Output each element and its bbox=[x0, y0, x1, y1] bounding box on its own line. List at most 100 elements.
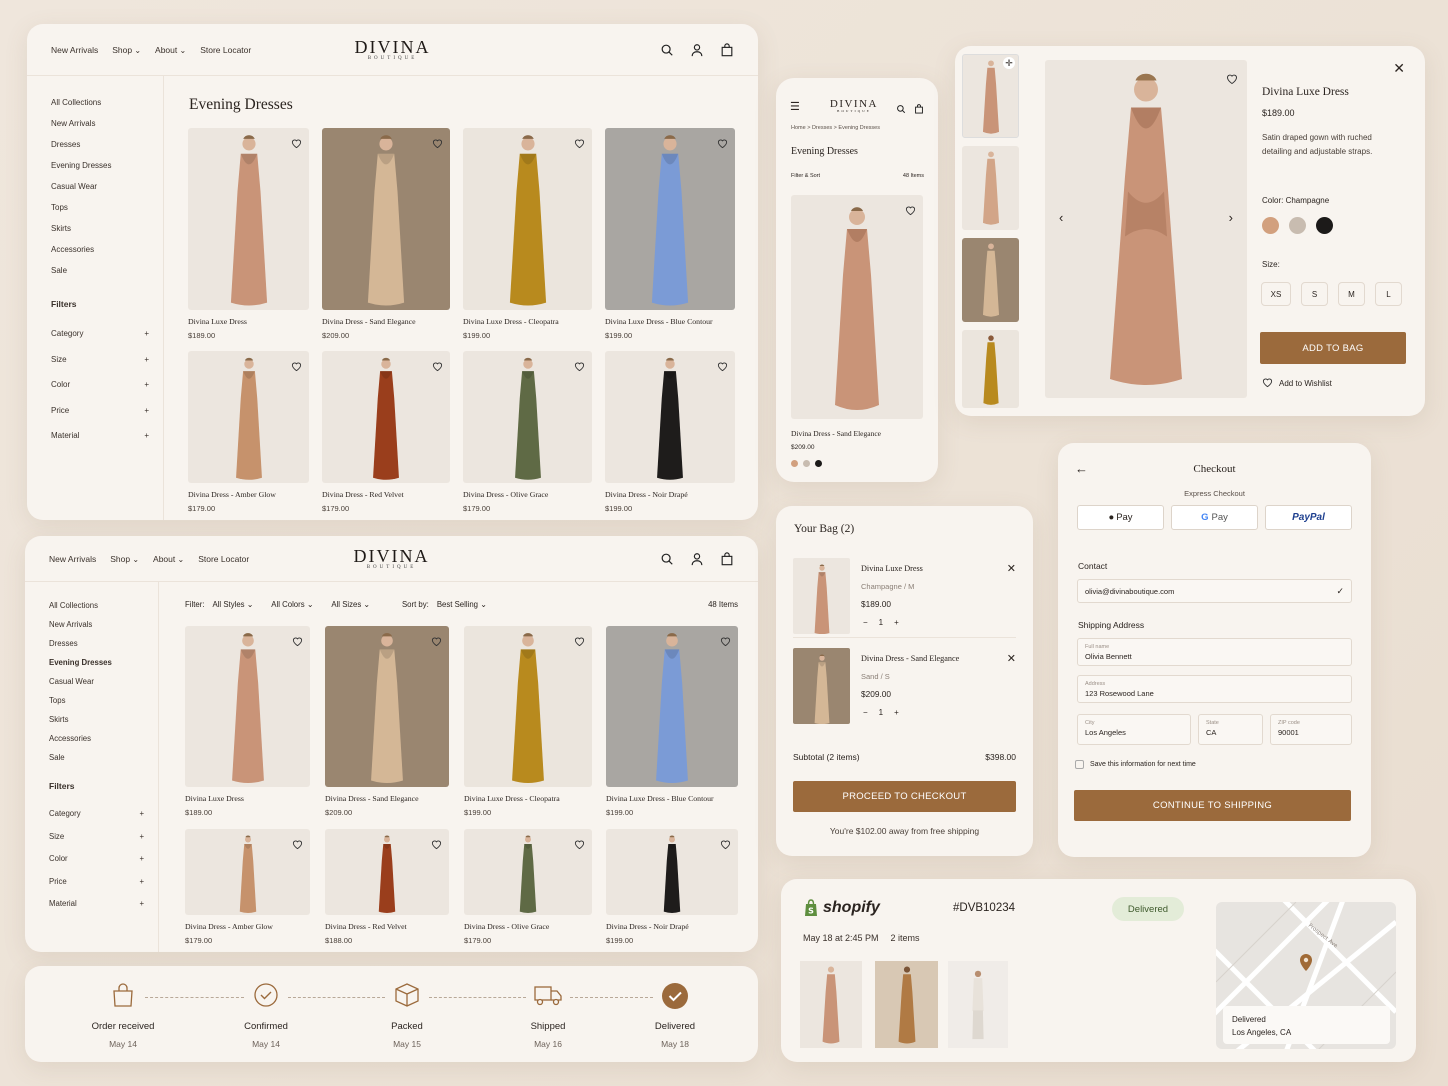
filter-material[interactable]: Material + bbox=[51, 423, 163, 449]
thumbnail-3[interactable] bbox=[962, 238, 1019, 322]
product-name[interactable]: Divina Dress - Noir Drapé bbox=[605, 490, 735, 499]
bag-icon[interactable] bbox=[720, 42, 734, 57]
wishlist-heart-icon[interactable] bbox=[574, 359, 585, 372]
save-info-checkbox[interactable]: Save this information for next time bbox=[1075, 760, 1196, 769]
full-name-field[interactable]: Full name Olivia Bennett bbox=[1077, 638, 1352, 666]
sidebar-item-sale[interactable]: Sale bbox=[51, 260, 163, 281]
apple-pay-button[interactable]: ● Pay bbox=[1077, 505, 1164, 530]
product-card[interactable]: Divina Dress - Noir Drapé $199.00 bbox=[605, 351, 735, 513]
crumb-evening[interactable]: Evening Dresses bbox=[838, 125, 880, 131]
sidebar-item-sale[interactable]: Sale bbox=[49, 748, 158, 767]
proceed-checkout-button[interactable]: PROCEED TO CHECKOUT bbox=[793, 781, 1016, 812]
product-name[interactable]: Divina Dress - Amber Glow bbox=[185, 922, 310, 931]
product-name[interactable]: Divina Luxe Dress - Cleopatra bbox=[464, 794, 592, 803]
state-field[interactable]: State CA bbox=[1198, 714, 1263, 745]
wishlist-heart-icon[interactable] bbox=[291, 359, 302, 372]
product-card[interactable]: Divina Dress - Noir Drapé $199.00 bbox=[606, 829, 738, 945]
product-image[interactable] bbox=[188, 128, 309, 310]
wishlist-heart-icon[interactable] bbox=[574, 837, 585, 850]
wishlist-heart-icon[interactable] bbox=[431, 634, 442, 647]
filter-size[interactable]: Size + bbox=[49, 826, 158, 849]
wishlist-heart-icon[interactable] bbox=[432, 136, 443, 149]
product-name[interactable]: Divina Dress - Sand Elegance bbox=[322, 317, 450, 326]
size-xs[interactable]: XS bbox=[1261, 282, 1291, 306]
sizes-dropdown[interactable]: All Sizes ⌄ bbox=[331, 600, 370, 609]
size-l[interactable]: L bbox=[1375, 282, 1402, 306]
add-to-wishlist-link[interactable]: Add to Wishlist bbox=[1262, 377, 1332, 390]
swatch-champagne[interactable] bbox=[791, 460, 798, 467]
product-name[interactable]: Divina Dress - Noir Drapé bbox=[606, 922, 738, 931]
wishlist-heart-icon[interactable] bbox=[720, 837, 731, 850]
quantity-increase-button[interactable]: + bbox=[894, 708, 899, 717]
filter-sort-button[interactable]: Filter & Sort bbox=[791, 173, 820, 179]
bag-item-image[interactable] bbox=[793, 648, 850, 724]
wishlist-heart-icon[interactable] bbox=[574, 136, 585, 149]
sidebar-item-evening-dresses[interactable]: Evening Dresses bbox=[51, 155, 163, 176]
wishlist-heart-icon[interactable] bbox=[720, 634, 731, 647]
filter-material[interactable]: Material + bbox=[49, 893, 158, 916]
crumb-home[interactable]: Home bbox=[791, 125, 806, 131]
bag-icon[interactable] bbox=[914, 101, 924, 114]
wishlist-heart-icon[interactable] bbox=[1226, 72, 1237, 85]
wishlist-heart-icon[interactable] bbox=[717, 359, 728, 372]
nav-shop[interactable]: Shop bbox=[112, 45, 141, 55]
product-image[interactable] bbox=[322, 128, 450, 310]
size-s[interactable]: S bbox=[1301, 282, 1328, 306]
sidebar-item-dresses[interactable]: Dresses bbox=[51, 134, 163, 155]
quantity-decrease-button[interactable]: − bbox=[863, 618, 868, 627]
sidebar-item-accessories[interactable]: Accessories bbox=[51, 239, 163, 260]
swatch-black[interactable] bbox=[1316, 217, 1333, 234]
wishlist-heart-icon[interactable] bbox=[574, 634, 585, 647]
filter-price[interactable]: Price + bbox=[51, 398, 163, 424]
product-image[interactable] bbox=[188, 351, 309, 483]
bag-item-image[interactable] bbox=[793, 558, 850, 634]
bag-item-name[interactable]: Divina Dress - Sand Elegance bbox=[861, 654, 959, 663]
swatch-champagne[interactable] bbox=[1262, 217, 1279, 234]
order-thumb-3[interactable] bbox=[948, 961, 1008, 1048]
sort-dropdown[interactable]: Best Selling ⌄ bbox=[437, 600, 487, 609]
mobile-product-name[interactable]: Divina Dress - Sand Elegance bbox=[791, 429, 881, 438]
nav-shop[interactable]: Shop bbox=[110, 554, 139, 564]
product-image[interactable] bbox=[325, 626, 449, 787]
nav-about[interactable]: About bbox=[153, 554, 184, 564]
quantity-decrease-button[interactable]: − bbox=[863, 708, 868, 717]
sidebar-item-skirts[interactable]: Skirts bbox=[49, 710, 158, 729]
continue-shipping-button[interactable]: CONTINUE TO SHIPPING bbox=[1074, 790, 1351, 821]
thumbnail-1[interactable]: ✛ bbox=[962, 54, 1019, 138]
product-card[interactable]: Divina Luxe Dress - Blue Contour $199.00 bbox=[606, 626, 738, 817]
swatch-sand[interactable] bbox=[1289, 217, 1306, 234]
brand-logo-mobile[interactable]: DIVINA BOUTIQUE bbox=[830, 98, 878, 114]
next-image-arrow-icon[interactable]: › bbox=[1229, 210, 1233, 225]
bag-item-name[interactable]: Divina Luxe Dress bbox=[861, 564, 923, 573]
search-icon[interactable] bbox=[896, 101, 906, 114]
sidebar-item-all-collections[interactable]: All Collections bbox=[49, 596, 158, 615]
remove-item-close-icon[interactable]: ✕ bbox=[1007, 562, 1016, 575]
product-card[interactable]: Divina Dress - Olive Grace $179.00 bbox=[464, 829, 592, 945]
product-card[interactable]: Divina Dress - Amber Glow $179.00 bbox=[185, 829, 310, 945]
nav-store-locator[interactable]: Store Locator bbox=[200, 45, 251, 55]
product-card[interactable]: Divina Luxe Dress - Blue Contour $199.00 bbox=[605, 128, 735, 340]
order-thumb-1[interactable] bbox=[800, 961, 862, 1048]
filter-size[interactable]: Size + bbox=[51, 347, 163, 373]
sidebar-item-casual-wear[interactable]: Casual Wear bbox=[49, 672, 158, 691]
wishlist-heart-icon[interactable] bbox=[431, 837, 442, 850]
search-icon[interactable] bbox=[660, 552, 674, 566]
filter-category[interactable]: Category + bbox=[51, 321, 163, 347]
nav-new-arrivals[interactable]: New Arrivals bbox=[51, 45, 98, 55]
product-name[interactable]: Divina Dress - Olive Grace bbox=[463, 490, 592, 499]
sidebar-item-evening-dresses[interactable]: Evening Dresses bbox=[49, 653, 158, 672]
product-name[interactable]: Divina Dress - Sand Elegance bbox=[325, 794, 449, 803]
filter-category[interactable]: Category + bbox=[49, 803, 158, 826]
swatch-sand[interactable] bbox=[803, 460, 810, 467]
google-pay-button[interactable]: G Pay bbox=[1171, 505, 1258, 530]
sidebar-item-skirts[interactable]: Skirts bbox=[51, 218, 163, 239]
paypal-button[interactable]: PayPal bbox=[1265, 505, 1352, 530]
wishlist-heart-icon[interactable] bbox=[432, 359, 443, 372]
sidebar-item-tops[interactable]: Tops bbox=[49, 691, 158, 710]
product-card[interactable]: Divina Luxe Dress - Cleopatra $199.00 bbox=[463, 128, 592, 340]
product-name[interactable]: Divina Luxe Dress bbox=[188, 317, 309, 326]
product-image[interactable] bbox=[605, 351, 735, 483]
sidebar-item-all-collections[interactable]: All Collections bbox=[51, 92, 163, 113]
styles-dropdown[interactable]: All Styles ⌄ bbox=[213, 600, 254, 609]
account-icon[interactable] bbox=[690, 552, 704, 566]
